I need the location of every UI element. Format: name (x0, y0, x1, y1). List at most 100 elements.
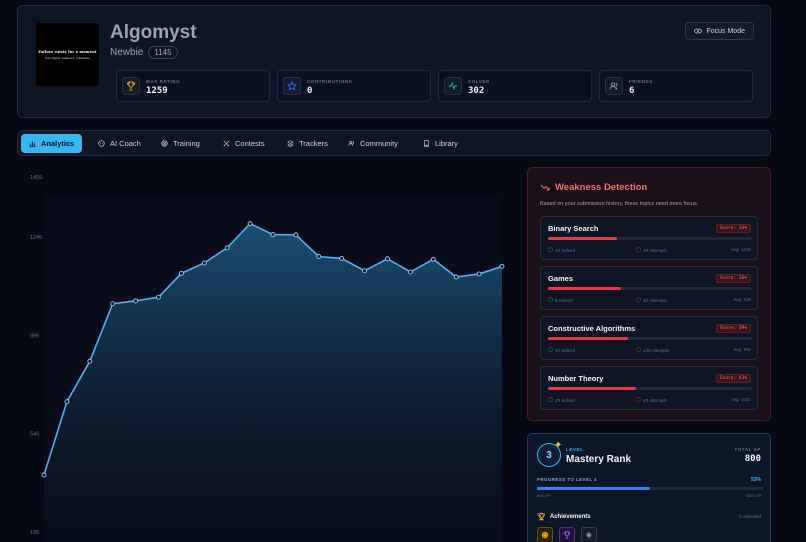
rating-point[interactable] (247, 221, 253, 227)
rating-point[interactable] (201, 260, 207, 266)
topic-progress-track (548, 237, 752, 240)
y-tick-label: 195 (30, 530, 39, 536)
coin-icon (541, 531, 549, 539)
weakness-topic[interactable]: Number Theory Score: 43% ◯ 29 Solved ◯ 68 Att… (540, 366, 758, 410)
rating-point[interactable] (224, 245, 230, 251)
activity-icon (444, 77, 462, 95)
topic-avg: Avg: 1235 (730, 247, 751, 252)
rating-point[interactable] (316, 254, 322, 259)
rating-point[interactable] (407, 269, 413, 275)
check-circle-icon: ◯ (548, 347, 554, 352)
weakness-topic[interactable]: Binary Search Score: 34% ◯ 20 Solved ◯ 39 Att… (540, 216, 758, 260)
check-circle-icon: ◯ (548, 397, 554, 402)
topic-progress-fill (548, 287, 622, 290)
xp-to: 1500 XP (745, 493, 761, 498)
tab-label: AI Coach (110, 139, 141, 148)
rating-point[interactable] (133, 298, 139, 304)
progress-track (537, 487, 763, 490)
tab-label: Community (360, 139, 398, 148)
stat-solved: SOLVED 302 (438, 70, 592, 102)
rating-point[interactable] (339, 256, 345, 261)
tab-community[interactable]: Community (340, 134, 406, 153)
badge-coin[interactable] (537, 527, 553, 542)
users-icon (605, 77, 623, 95)
rating-point[interactable] (110, 301, 116, 307)
weakness-topic[interactable]: Constructive Algorithms Score: 39% ◯ 52 Sol… (540, 316, 758, 360)
topic-attempts-text: 22 Attempts (643, 297, 667, 303)
check-circle-icon: ◯ (548, 297, 554, 302)
tab-trackers[interactable]: Trackers (279, 134, 336, 153)
topic-attempts-text: 68 Attempts (643, 397, 667, 403)
tab-contests[interactable]: Contests (215, 134, 273, 153)
badge-sparkle[interactable] (581, 527, 597, 542)
avatar[interactable]: Failure exists for a moment but regret w… (36, 23, 99, 86)
sparkle-icon (585, 531, 593, 539)
username: Algomyst (110, 22, 197, 43)
tab-label: Analytics (41, 139, 75, 148)
tab-bar: Analytics AI Coach Training Contests Tra… (17, 130, 771, 156)
rating-point[interactable] (41, 472, 47, 478)
tab-label: Training (173, 139, 200, 148)
progress-label: PROGRESS TO LEVEL 4 (537, 477, 597, 482)
rating-point[interactable] (385, 256, 390, 262)
achievements-count: 3 Unlocked (738, 514, 761, 519)
x-circle-icon: ◯ (636, 247, 642, 252)
stat-label: SOLVED (468, 79, 490, 84)
rating-chart-svg: 195 545 895 1245 1459 (30, 175, 505, 542)
bar-chart-icon (29, 141, 36, 147)
topic-attempts-text: 135 Attempts (643, 347, 670, 353)
users-icon (348, 141, 354, 147)
xp-from: 800 XP (537, 493, 551, 498)
topic-name: Binary Search (548, 224, 599, 233)
stat-label: MAX RATING (146, 79, 181, 84)
topic-progress-track (548, 337, 752, 340)
eye-icon (694, 28, 703, 34)
rank-title: Newbie (110, 47, 144, 58)
topic-solved-text: 20 Solved (555, 247, 576, 253)
topic-solved-text: 52 Solved (555, 347, 576, 353)
topic-solved-text: 29 Solved (555, 397, 576, 403)
achievements-label: Achievements (549, 514, 591, 520)
rating-point[interactable] (64, 399, 70, 405)
rating-point[interactable] (430, 256, 436, 262)
rating-point[interactable] (178, 270, 184, 276)
weakness-detection-card: Weakness Detection Based on your submiss… (527, 167, 771, 421)
topic-name: Number Theory (548, 374, 604, 383)
rating-badge: 1145 (148, 46, 178, 59)
tab-analytics[interactable]: Analytics (21, 134, 83, 153)
focus-mode-label: Focus Mode (706, 27, 745, 35)
y-tick-label: 1459 (30, 175, 42, 181)
topic-attempts-text: 39 Attempts (643, 247, 667, 253)
badge-trophy[interactable] (559, 527, 575, 542)
rating-point[interactable] (293, 232, 299, 238)
topic-attempts: ◯ 22 Attempts (636, 297, 667, 303)
focus-mode-button[interactable]: Focus Mode (685, 22, 754, 40)
x-circle-icon: ◯ (636, 347, 642, 352)
rank-line: Newbie 1145 (110, 46, 178, 59)
weakness-topic[interactable]: Games Score: 36% ◯ 8 Solved ◯ 22 Attempts Avg:… (540, 266, 758, 310)
y-tick-label: 1245 (30, 235, 42, 241)
tab-ai-coach[interactable]: AI Coach (90, 134, 149, 153)
total-xp-value: 800 (744, 454, 761, 464)
rating-point[interactable] (362, 268, 368, 274)
topic-solved-text: 8 Solved (555, 297, 573, 303)
weakness-title-row: Weakness Detection (540, 182, 647, 193)
tab-label: Contests (235, 139, 265, 148)
rating-point[interactable] (270, 232, 276, 238)
stat-max-rating: MAX RATING 1259 (116, 70, 270, 102)
tab-library[interactable]: Library (415, 134, 466, 153)
tab-training[interactable]: Training (153, 134, 208, 153)
topic-score: Score: 39% (715, 324, 751, 333)
rating-point[interactable] (476, 271, 482, 277)
y-tick-label: 545 (30, 432, 39, 438)
star-icon (283, 77, 301, 95)
rating-point[interactable] (87, 358, 93, 364)
rating-point[interactable] (453, 274, 459, 280)
topic-score: Score: 36% (715, 274, 751, 283)
level-label: LEVEL (566, 447, 584, 452)
layers-icon (287, 140, 294, 147)
rating-point[interactable] (156, 294, 161, 300)
total-xp-label: TOTAL XP (734, 447, 761, 452)
rating-point[interactable] (499, 263, 505, 269)
x-circle-icon: ◯ (636, 297, 642, 302)
